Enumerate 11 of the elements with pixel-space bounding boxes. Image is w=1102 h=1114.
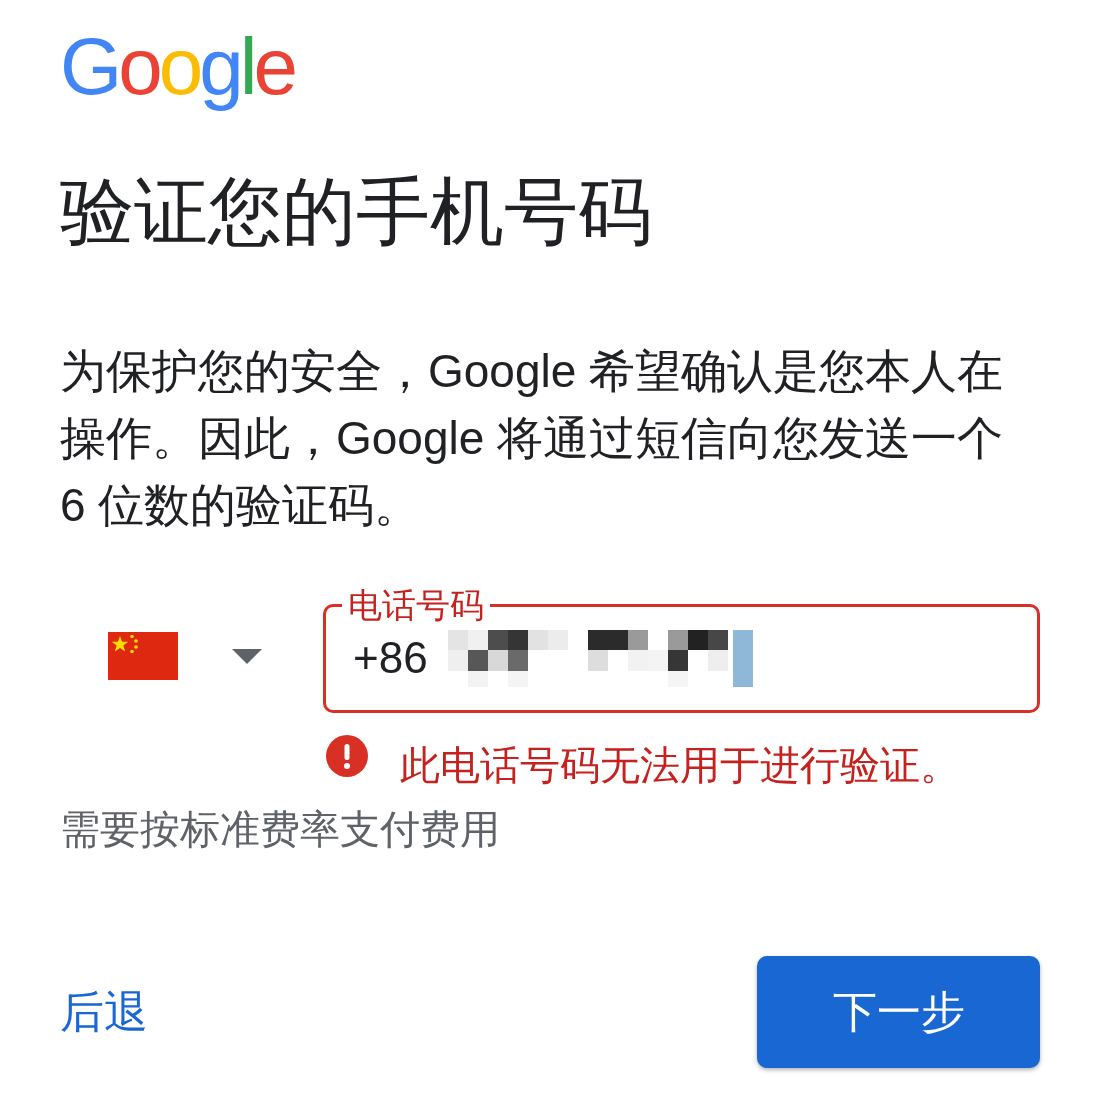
error-message: 此电话号码无法用于进行验证。	[400, 742, 960, 789]
flag-icon	[108, 632, 178, 680]
page-title: 验证您的手机号码	[60, 169, 652, 255]
next-button[interactable]: 下一步	[757, 956, 1040, 1068]
caret-icon	[232, 648, 262, 664]
rates-note: 需要按标准费率支付费用	[60, 806, 500, 853]
error-icon	[326, 735, 368, 777]
field-value: +86	[353, 632, 428, 684]
back-link[interactable]: 后退	[60, 984, 148, 1040]
description-text: 为保护您的安全，Google 希望确认是您本人在操作。因此，Google 将通过短信向您发送一个 6 位数的验证码。	[60, 344, 1005, 533]
field-label: 电话号码	[347, 585, 485, 625]
